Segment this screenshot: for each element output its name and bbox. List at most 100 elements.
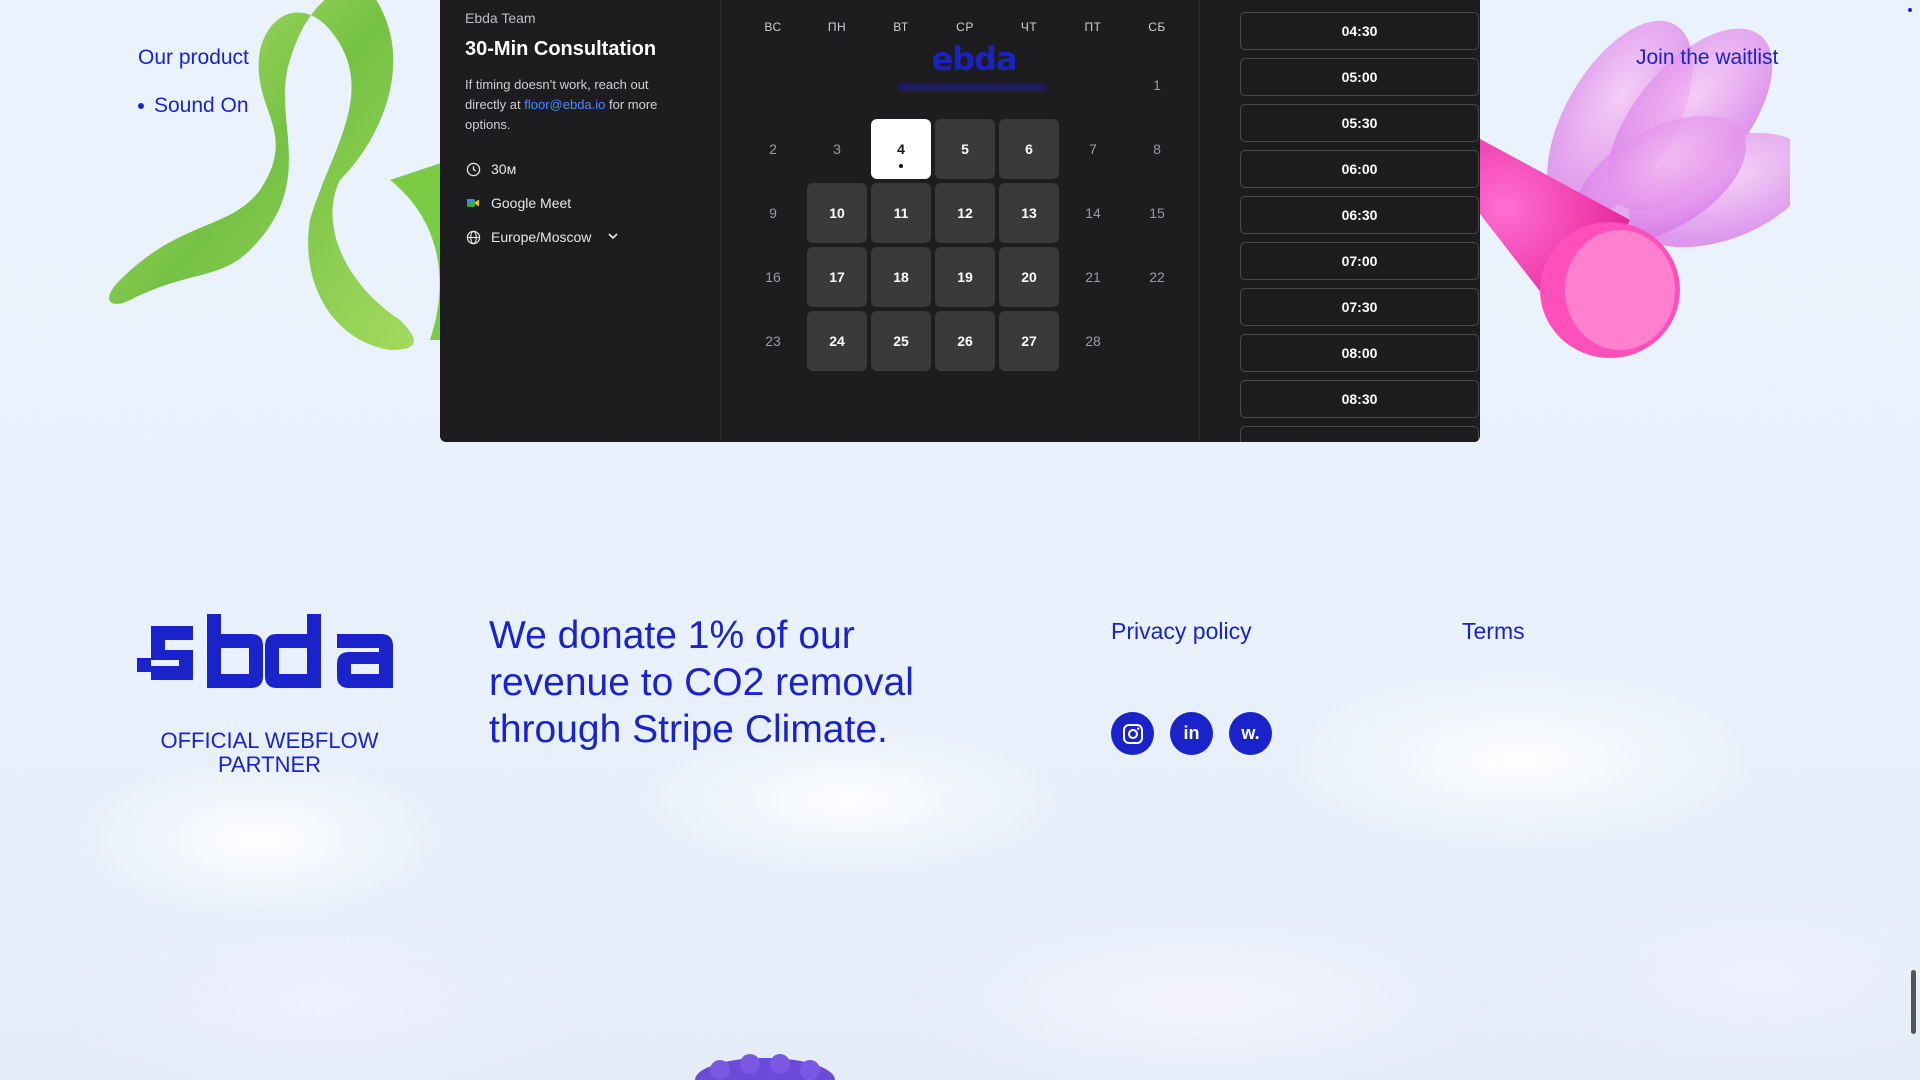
booking-widget: Ebda Team 30-Min Consultation If timing … [440,0,1480,442]
calendar-day-18[interactable]: 18 [869,245,933,309]
calendar-day-number [1063,55,1123,115]
calendar-day-3: 3 [805,117,869,181]
instagram-icon[interactable] [1111,712,1154,755]
calendar-day-number: 28 [1085,333,1101,349]
globe-icon [465,229,481,245]
calendar-day-number: 18 [871,247,931,307]
calendar-day-number: 27 [999,311,1059,371]
meeting-app-label: Google Meet [491,195,572,211]
event-title: 30-Min Consultation [465,38,657,60]
event-note: If timing doesn’t work, reach out direct… [465,75,685,135]
page-scrollbar[interactable] [1911,970,1916,1034]
nav-our-product[interactable]: Our product [138,46,249,70]
weekday-label: ПТ [1084,20,1102,34]
time-slot-button[interactable]: 06:30 [1240,196,1479,234]
email-link[interactable]: floor@ebda.io [524,97,605,112]
calendar-day-13[interactable]: 13 [997,181,1061,245]
weekday-header: ВС ПН ВТ СР ЧТ ПТ СБ [722,20,1199,34]
calendar-day-number: 26 [935,311,995,371]
webflow-icon[interactable]: w. [1229,712,1272,755]
duration-label: 30м [491,161,517,177]
calendar-day-22: 22 [1125,245,1189,309]
calendar-day-number: 7 [1089,141,1097,157]
calendar-day-number: 21 [1085,269,1101,285]
calendar-day-number [1127,311,1187,371]
calendar-panel: ВС ПН ВТ СР ЧТ ПТ СБ ebda 1 2 3 4 5 6 7 8 9 10 11 12 13 14 1… [722,0,1200,442]
calendar-day-number [871,55,931,115]
time-slot-button[interactable]: 07:30 [1240,288,1479,326]
calendar-day-number [935,55,995,115]
calendar-day-number: 13 [999,183,1059,243]
calendar-day-number: 15 [1149,205,1165,221]
ebda-logo [137,614,393,688]
calendar-day-8: 8 [1125,117,1189,181]
timezone-label: Europe/Moscow [491,229,592,245]
terms-link[interactable]: Terms [1462,618,1525,645]
calendar-day-1: 1 [1125,53,1189,117]
time-slot-button-partial[interactable] [1240,426,1479,442]
chevron-down-icon [607,229,619,245]
weekday-label: СБ [1148,20,1166,34]
calendar-day-20[interactable]: 20 [997,245,1061,309]
calendar-day-number: 22 [1149,269,1165,285]
time-slot-button[interactable]: 04:30 [1240,12,1479,50]
nav-item-sound-on[interactable]: Sound On [138,94,249,118]
time-slot-button[interactable]: 05:30 [1240,104,1479,142]
weekday-label: ВТ [893,20,909,34]
calendar-day-number: 5 [935,119,995,179]
calendar-day-number: 24 [807,311,867,371]
linkedin-icon[interactable]: in [1170,712,1213,755]
calendar-day-number: 4 [871,119,931,179]
calendar-day-26[interactable]: 26 [933,309,997,373]
calendar-day-number: 9 [769,205,777,221]
calendar-day-25[interactable]: 25 [869,309,933,373]
calendar-day-number [999,55,1059,115]
calendar-day-27[interactable]: 27 [997,309,1061,373]
calendar-day-24[interactable]: 24 [805,309,869,373]
purple-blob-decoration [695,1054,835,1080]
weekday-label: СР [956,20,974,34]
clock-icon [465,161,481,177]
calendar-day-28: 28 [1061,309,1125,373]
google-meet-icon [465,195,481,211]
social-links: in w. [1111,712,1272,755]
meeting-app-row: Google Meet [465,195,695,211]
privacy-policy-link[interactable]: Privacy policy [1111,618,1252,645]
time-slot-button[interactable]: 06:00 [1240,150,1479,188]
calendar-days-grid: 1 2 3 4 5 6 7 8 9 10 11 12 13 14 15 16 17 18 19 20 21 22 23 24 2… [741,53,1189,373]
calendar-day-14: 14 [1061,181,1125,245]
webflow-partner-label: OFFICIAL WEBFLOW PARTNER [160,728,379,777]
calendar-day-5[interactable]: 5 [933,117,997,181]
calendar-day-6[interactable]: 6 [997,117,1061,181]
team-name: Ebda Team [465,10,536,26]
time-slot-button[interactable]: 07:00 [1240,242,1479,280]
calendar-day-number: 25 [871,311,931,371]
calendar-day-number: 12 [935,183,995,243]
calendar-day-11[interactable]: 11 [869,181,933,245]
calendar-day-number: 14 [1085,205,1101,221]
calendar-day-number: 17 [807,247,867,307]
calendar-day-10[interactable]: 10 [805,181,869,245]
calendar-day-number: 23 [765,333,781,349]
time-slot-button[interactable]: 08:30 [1240,380,1479,418]
indicator-dot [1908,8,1912,12]
time-slot-button[interactable]: 05:00 [1240,58,1479,96]
calendar-day-number [807,55,867,115]
donation-statement: We donate 1% of our revenue to CO2 remov… [489,614,914,751]
calendar-day-number: 11 [871,183,931,243]
time-slot-button[interactable]: 08:00 [1240,334,1479,372]
calendar-day-19[interactable]: 19 [933,245,997,309]
time-slots-list: 04:30 05:00 05:30 06:00 06:30 07:00 07:30 08:00… [1221,0,1480,442]
calendar-day-15: 15 [1125,181,1189,245]
calendar-empty-cell [1061,53,1125,117]
calendar-day-12[interactable]: 12 [933,181,997,245]
calendar-empty-cell [869,53,933,117]
calendar-day-number: 1 [1153,77,1161,93]
duration-row: 30м [465,161,695,177]
join-waitlist-link[interactable]: Join the waitlist [1636,46,1778,70]
calendar-day-16: 16 [741,245,805,309]
timezone-selector[interactable]: Europe/Moscow [465,229,695,245]
calendar-day-17[interactable]: 17 [805,245,869,309]
calendar-day-2: 2 [741,117,805,181]
calendar-day-4[interactable]: 4 [869,117,933,181]
